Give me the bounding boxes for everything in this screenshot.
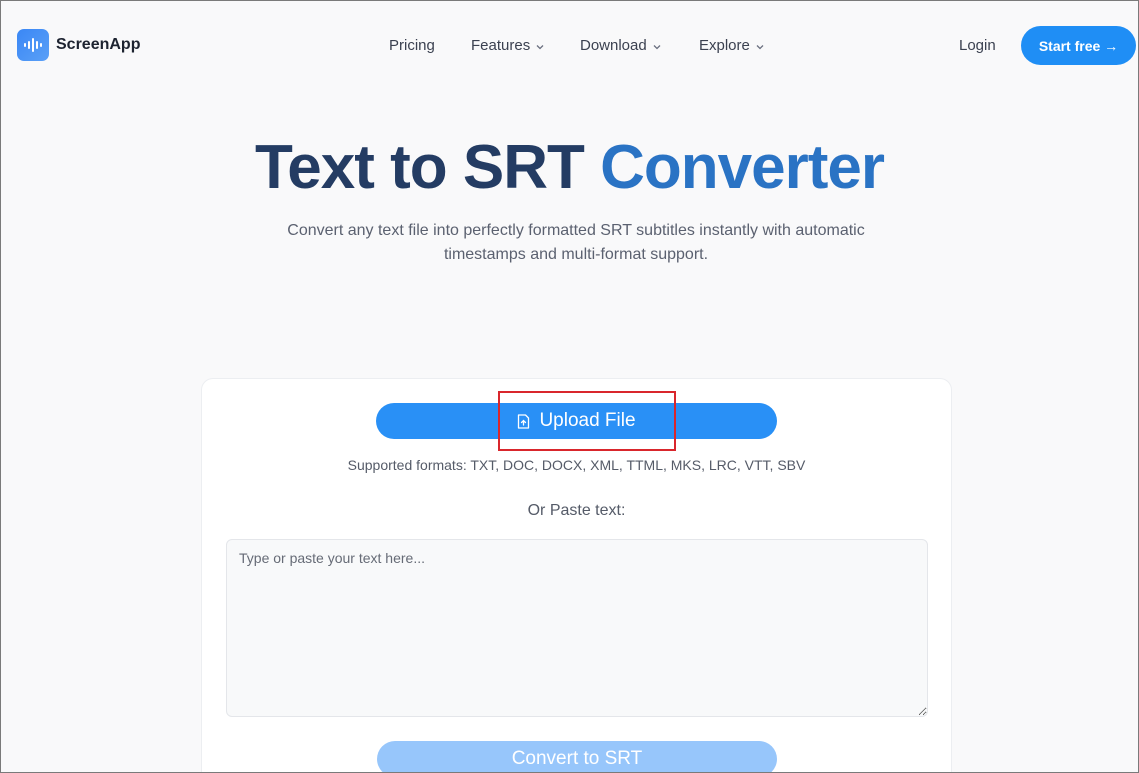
site-header: ScreenApp Pricing Features Download Expl… bbox=[1, 1, 1138, 89]
supported-formats-text: Supported formats: TXT, DOC, DOCX, XML, … bbox=[347, 457, 806, 473]
or-paste-label: Or Paste text: bbox=[527, 502, 626, 519]
nav-download-label: Download bbox=[580, 37, 647, 54]
nav-pricing[interactable]: Pricing bbox=[389, 37, 435, 54]
chevron-down-icon bbox=[756, 37, 764, 54]
chevron-down-icon bbox=[653, 37, 661, 54]
upload-file-label: Upload File bbox=[539, 410, 636, 431]
nav-explore-label: Explore bbox=[699, 37, 750, 54]
page-subtitle: Convert any text file into perfectly for… bbox=[287, 222, 865, 263]
nav-features[interactable]: Features bbox=[471, 37, 544, 54]
text-input-area[interactable] bbox=[226, 539, 928, 717]
start-free-button[interactable]: Start free → bbox=[1021, 26, 1136, 65]
upload-file-button[interactable]: Upload File bbox=[376, 403, 777, 439]
nav-explore[interactable]: Explore bbox=[699, 37, 764, 54]
nav-pricing-label: Pricing bbox=[389, 37, 435, 54]
page-title-part1: Text to SRT bbox=[255, 133, 585, 202]
file-upload-icon bbox=[517, 413, 530, 429]
page-title-part2: Converter bbox=[600, 133, 885, 202]
login-link[interactable]: Login bbox=[959, 37, 996, 54]
chevron-down-icon bbox=[536, 37, 544, 54]
page-frame: ScreenApp Pricing Features Download Expl… bbox=[0, 0, 1139, 773]
nav-download[interactable]: Download bbox=[580, 37, 661, 54]
nav-features-label: Features bbox=[471, 37, 531, 54]
convert-to-srt-button[interactable]: Convert to SRT bbox=[377, 741, 777, 772]
page-title: Text to SRT Converter bbox=[1, 133, 1138, 203]
